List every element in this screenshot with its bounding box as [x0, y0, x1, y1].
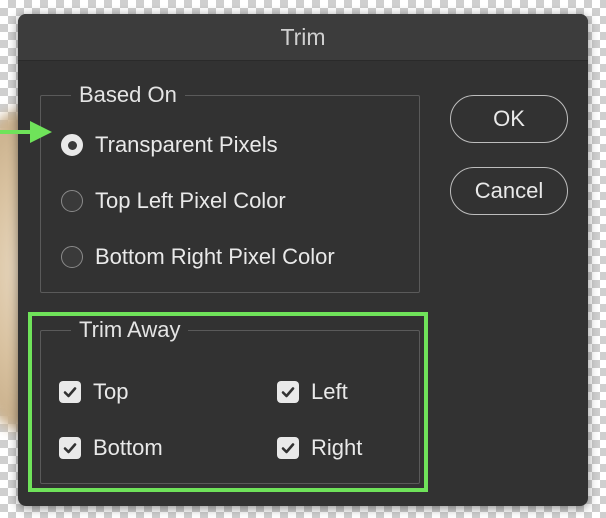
radio-label: Top Left Pixel Color [95, 188, 286, 213]
radio-transparent-pixels[interactable]: Transparent Pixels [61, 132, 278, 158]
radio-button[interactable] [61, 190, 83, 212]
based-on-legend: Based On [71, 80, 185, 110]
cancel-button[interactable]: Cancel [450, 167, 568, 215]
radio-button[interactable] [61, 246, 83, 268]
radio-button-selected[interactable] [61, 134, 83, 156]
trim-away-highlight [28, 312, 428, 492]
radio-label: Bottom Right Pixel Color [95, 244, 335, 269]
transparency-canvas: Trim Based On Transparent Pixels Top Lef… [0, 0, 606, 518]
radio-bottom-right-pixel-color[interactable]: Bottom Right Pixel Color [61, 244, 335, 270]
trim-dialog: Trim Based On Transparent Pixels Top Lef… [18, 14, 588, 506]
arrow-right-icon [0, 121, 52, 143]
radio-label: Transparent Pixels [95, 132, 278, 157]
dialog-title: Trim [280, 23, 326, 50]
radio-dot [67, 140, 77, 150]
ok-button[interactable]: OK [450, 95, 568, 143]
based-on-group: Based On Transparent Pixels Top Left Pix… [40, 80, 420, 293]
radio-top-left-pixel-color[interactable]: Top Left Pixel Color [61, 188, 286, 214]
dialog-titlebar[interactable]: Trim [18, 14, 588, 61]
